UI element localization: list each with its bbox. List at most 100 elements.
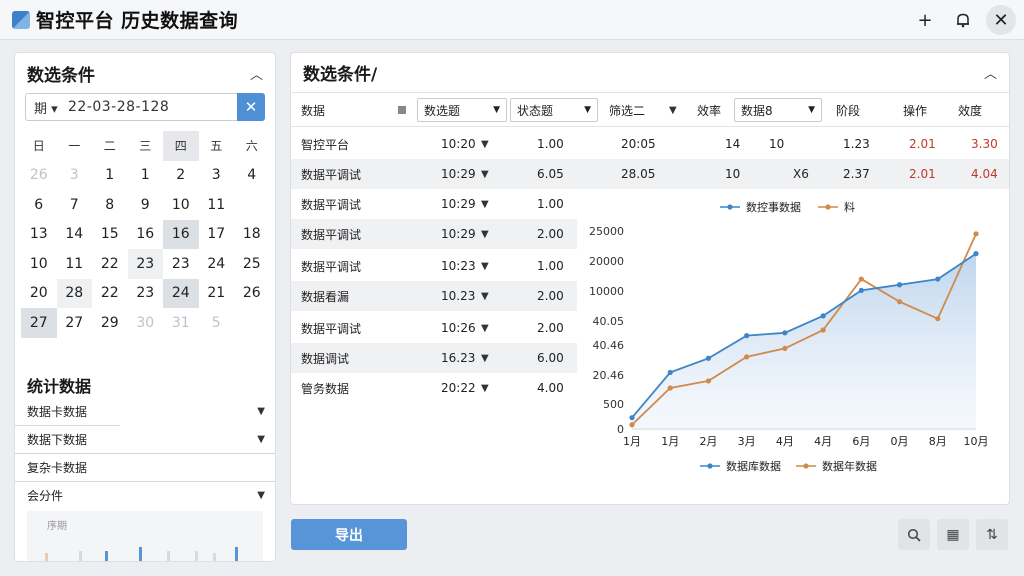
grid-icon[interactable]: ▦: [937, 519, 969, 550]
close-button[interactable]: ✕: [986, 5, 1016, 35]
dropdown-label: 会分件: [27, 488, 64, 503]
calendar-day[interactable]: 6: [21, 190, 57, 220]
chevron-up-icon[interactable]: ︿: [250, 64, 263, 83]
table-row[interactable]: 数据调试 16.23 ▼ 6.00: [291, 343, 577, 373]
calendar-day[interactable]: 25: [234, 249, 270, 279]
calendar-day[interactable]: 11: [199, 190, 235, 220]
mini-bar: [213, 553, 216, 561]
data-point: [820, 327, 826, 333]
sort-icon[interactable]: ▼: [481, 343, 489, 373]
table-row[interactable]: 数据平调试 10:23 ▼ 1.00: [291, 251, 577, 281]
calendar-day[interactable]: 14: [57, 220, 93, 250]
cell-n2: 10: [769, 137, 785, 151]
calendar-day[interactable]: 22: [92, 279, 128, 309]
clear-date-button[interactable]: ✕: [237, 93, 265, 121]
calendar-day[interactable]: 22: [92, 249, 128, 279]
sort-icon[interactable]: ▼: [481, 251, 489, 281]
chevron-down-icon: ▼: [257, 433, 265, 445]
calendar-day[interactable]: 2: [163, 161, 199, 191]
filter-select-1[interactable]: 数选题 ▼: [417, 98, 507, 122]
calendar-day[interactable]: 11: [57, 249, 93, 279]
mini-bar: [139, 547, 142, 561]
calendar-weekday: 日: [32, 139, 45, 154]
mini-bar: [79, 551, 82, 561]
calendar-day[interactable]: 10: [21, 249, 57, 279]
bell-icon[interactable]: [948, 5, 978, 35]
table-row[interactable]: 智控平台 10:20 ▼ 1.00 20:05 14 10 1.23 2.01 3.30: [291, 129, 1009, 159]
calendar-day[interactable]: 4: [234, 161, 270, 191]
calendar-day[interactable]: 18: [234, 220, 270, 250]
filter-label-3: 效率: [697, 103, 722, 118]
table-row[interactable]: 数据平调试 10:26 ▼ 2.00: [291, 313, 577, 343]
sort-icon[interactable]: ▼: [481, 313, 489, 343]
calendar-day[interactable]: 9: [128, 190, 164, 220]
data-point: [896, 282, 903, 288]
calendar-day[interactable]: 16: [128, 220, 164, 250]
cell-v1: 1.23: [843, 137, 870, 151]
calendar-day[interactable]: 5: [199, 308, 235, 338]
sort-icon[interactable]: ▼: [481, 281, 489, 311]
calendar-day[interactable]: 1: [128, 161, 164, 191]
calendar-day[interactable]: 10: [163, 190, 199, 220]
calendar-day[interactable]: 23: [128, 279, 164, 309]
line-chart: 0 500 20.46 40.46 40.05 10000 20000 25000 1月 1月 2月…: [580, 185, 1010, 485]
cell-name: 数据平调试: [301, 227, 362, 242]
sort-icon[interactable]: ▼: [481, 219, 489, 249]
table-row[interactable]: 数据平调试 10:29 ▼ 2.00: [291, 219, 577, 249]
filter-icon[interactable]: ⇅: [976, 519, 1008, 550]
calendar-day[interactable]: 17: [199, 220, 235, 250]
calendar-day[interactable]: 13: [21, 220, 57, 250]
calendar-day[interactable]: 27: [21, 308, 57, 338]
sort-icon[interactable]: ▼: [481, 159, 489, 189]
export-button[interactable]: 导出: [291, 519, 407, 550]
legend-label: 料: [844, 200, 855, 214]
calendar-day[interactable]: 30: [128, 308, 164, 338]
cell-v2: 2.01: [909, 137, 936, 151]
table-row[interactable]: 管务数据 20:22 ▼ 4.00: [291, 373, 577, 403]
calendar-day[interactable]: 23: [127, 249, 163, 279]
stats-dropdown-2[interactable]: 数据下数据 ▼: [15, 425, 275, 453]
calendar-day[interactable]: 16: [163, 219, 199, 249]
calendar-day[interactable]: 29: [92, 308, 128, 338]
stats-dropdown-1[interactable]: 数据卡数据 ▼: [15, 397, 275, 425]
data-point: [973, 251, 979, 257]
sort-icon[interactable]: ▼: [481, 189, 489, 219]
mini-bar: [45, 553, 48, 561]
filter-select-2[interactable]: 状态题 ▼: [510, 98, 598, 122]
caret-down-icon[interactable]: ▼: [669, 93, 677, 127]
data-point: [744, 333, 750, 339]
list-icon[interactable]: [398, 106, 406, 114]
calendar-day[interactable]: 23: [163, 249, 199, 279]
cell-time: 10:29: [441, 167, 476, 181]
calendar-day[interactable]: 1: [92, 161, 128, 191]
calendar-day[interactable]: 26: [234, 279, 270, 309]
sort-icon[interactable]: ▼: [481, 373, 489, 403]
calendar-day[interactable]: 8: [92, 190, 128, 220]
table-row[interactable]: 数据看漏 10.23 ▼ 2.00: [291, 281, 577, 311]
table-row[interactable]: 数据平调试 10:29 ▼ 1.00: [291, 189, 577, 219]
chevron-up-icon[interactable]: ︿: [984, 63, 997, 82]
data-point: [705, 378, 712, 384]
search-icon[interactable]: [898, 519, 930, 550]
calendar-day[interactable]: 31: [163, 308, 199, 338]
calendar-day[interactable]: 7: [57, 190, 93, 220]
results-header[interactable]: 数选条件/ ︿: [291, 53, 1009, 93]
date-input[interactable]: 期 ▾ 22-03-28-128 ✕: [25, 93, 265, 121]
calendar-day[interactable]: 28: [56, 278, 92, 308]
cell-val: 2.00: [537, 289, 564, 303]
stats-item-3[interactable]: 复杂卡数据: [15, 453, 275, 481]
add-button[interactable]: +: [910, 5, 940, 35]
calendar-day[interactable]: 20: [21, 279, 57, 309]
calendar-day[interactable]: 15: [92, 220, 128, 250]
filter-select-3[interactable]: 数据8 ▼: [734, 98, 822, 122]
sort-icon[interactable]: ▼: [481, 129, 489, 159]
calendar-day[interactable]: 27: [57, 308, 93, 338]
calendar-day[interactable]: 3: [199, 161, 235, 191]
calendar-day[interactable]: 24: [199, 249, 235, 279]
calendar-day[interactable]: 3: [57, 161, 93, 191]
sidebar-header[interactable]: 数选条件 ︿: [15, 53, 275, 93]
calendar-day[interactable]: 26: [21, 161, 57, 191]
calendar-day[interactable]: 21: [199, 279, 235, 309]
calendar-day[interactable]: 24: [163, 278, 199, 308]
stats-dropdown-4[interactable]: 会分件 ▼: [15, 481, 275, 509]
